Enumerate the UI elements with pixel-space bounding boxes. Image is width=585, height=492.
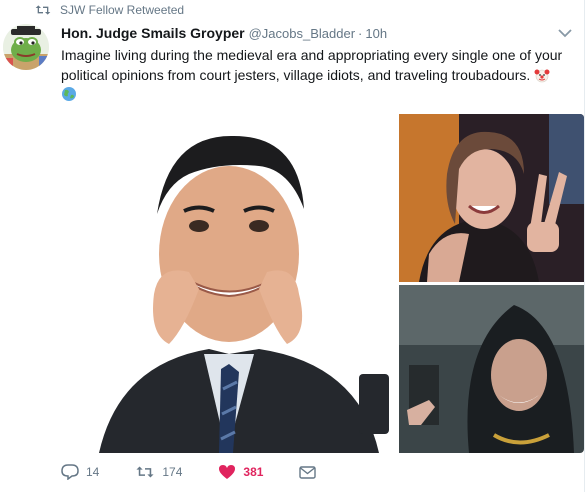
reply-icon (61, 464, 79, 480)
tweet-body: Imagine living during the medieval era a… (61, 47, 563, 83)
retweet-icon (35, 5, 51, 15)
author-username[interactable]: @Jacobs_Bladder (249, 26, 355, 41)
globe-emoji (62, 87, 76, 101)
man-in-hood-speaking (399, 285, 584, 453)
author-fullname[interactable]: Hon. Judge Smails Groyper (61, 25, 245, 41)
envelope-icon (299, 465, 317, 479)
direct-message-button[interactable] (299, 465, 323, 479)
tweet: SJW Fellow Retweeted Hon. Judge Smails G… (0, 0, 585, 492)
retweet-context[interactable]: SJW Fellow Retweeted (35, 3, 184, 17)
reply-count: 14 (86, 465, 100, 479)
chevron-down-icon[interactable] (558, 28, 572, 38)
heart-icon (219, 465, 236, 479)
reply-button[interactable]: 14 (61, 464, 99, 480)
retweet-button[interactable]: 174 (135, 465, 182, 479)
frog-avatar (3, 24, 49, 70)
tweet-header: Hon. Judge Smails Groyper @Jacobs_Bladde… (61, 25, 387, 41)
clown-face-emoji (534, 69, 550, 83)
media-photo-2[interactable] (399, 114, 584, 282)
avatar[interactable] (3, 24, 49, 70)
woman-making-peace-sign (399, 114, 584, 282)
retweet-count: 174 (162, 465, 183, 479)
like-button[interactable]: 381 (218, 464, 263, 480)
retweet-context-label: SJW Fellow Retweeted (60, 3, 185, 17)
globe-line (61, 86, 77, 104)
tweet-text: Imagine living during the medieval era a… (61, 45, 571, 85)
media-grid (59, 114, 584, 453)
media-photo-1[interactable] (59, 114, 396, 453)
retweet-icon (136, 466, 154, 478)
like-count: 381 (243, 465, 264, 479)
man-in-suit-stretching-smile (59, 114, 396, 453)
header-separator: · (358, 26, 363, 41)
tweet-timestamp[interactable]: 10h (365, 26, 387, 41)
media-photo-3[interactable] (399, 285, 584, 453)
tweet-actions: 14 174 381 (61, 464, 359, 480)
